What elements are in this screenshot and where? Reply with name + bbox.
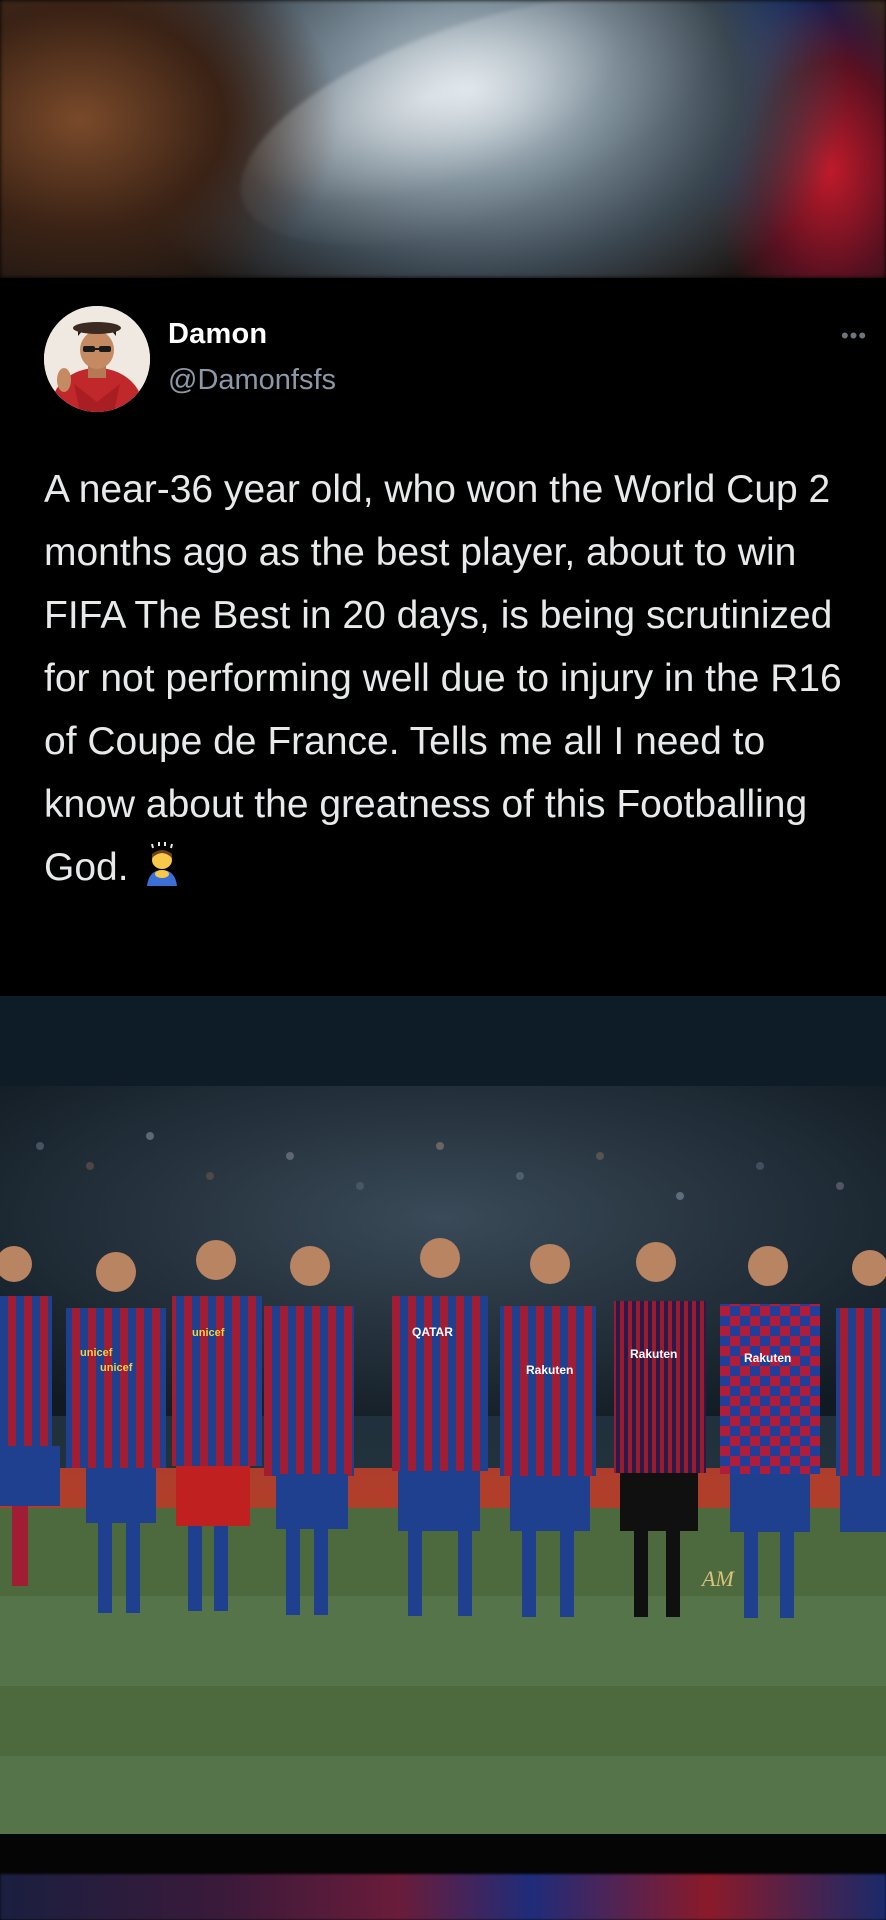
blurred-bottom-image xyxy=(0,1874,886,1920)
photo-watermark: AM xyxy=(700,1566,735,1591)
shirt-sponsor-4: QATAR xyxy=(412,1325,453,1339)
divider xyxy=(0,1834,886,1874)
shirt-sponsor-2: unicef xyxy=(100,1362,133,1374)
shirt-sponsor-6: Rakuten xyxy=(630,1347,677,1361)
shirt-sponsor-3: unicef xyxy=(192,1327,225,1339)
avatar[interactable] xyxy=(44,306,150,412)
display-name[interactable]: Damon xyxy=(168,318,267,351)
user-handle[interactable]: @Damonfsfs xyxy=(168,364,336,397)
football-team-photo[interactable]: unicef unicef unicef QATAR Rakuten Rakut… xyxy=(0,996,886,1834)
blurred-top-image xyxy=(0,0,886,278)
shirt-sponsor-1: unicef xyxy=(80,1347,113,1359)
tweet-text-container: A near-36 year old, who won the World Cu… xyxy=(44,458,844,899)
person-bowing-emoji-icon xyxy=(139,842,185,888)
screen: Damon @Damonfsfs ••• A near-36 year old,… xyxy=(0,0,886,1920)
shirt-sponsor-5: Rakuten xyxy=(526,1363,573,1377)
shirt-sponsor-7: Rakuten xyxy=(744,1351,791,1365)
trophy-glare xyxy=(211,0,769,278)
more-options-icon[interactable]: ••• xyxy=(836,324,872,348)
tweet-text: A near-36 year old, who won the World Cu… xyxy=(44,468,842,889)
